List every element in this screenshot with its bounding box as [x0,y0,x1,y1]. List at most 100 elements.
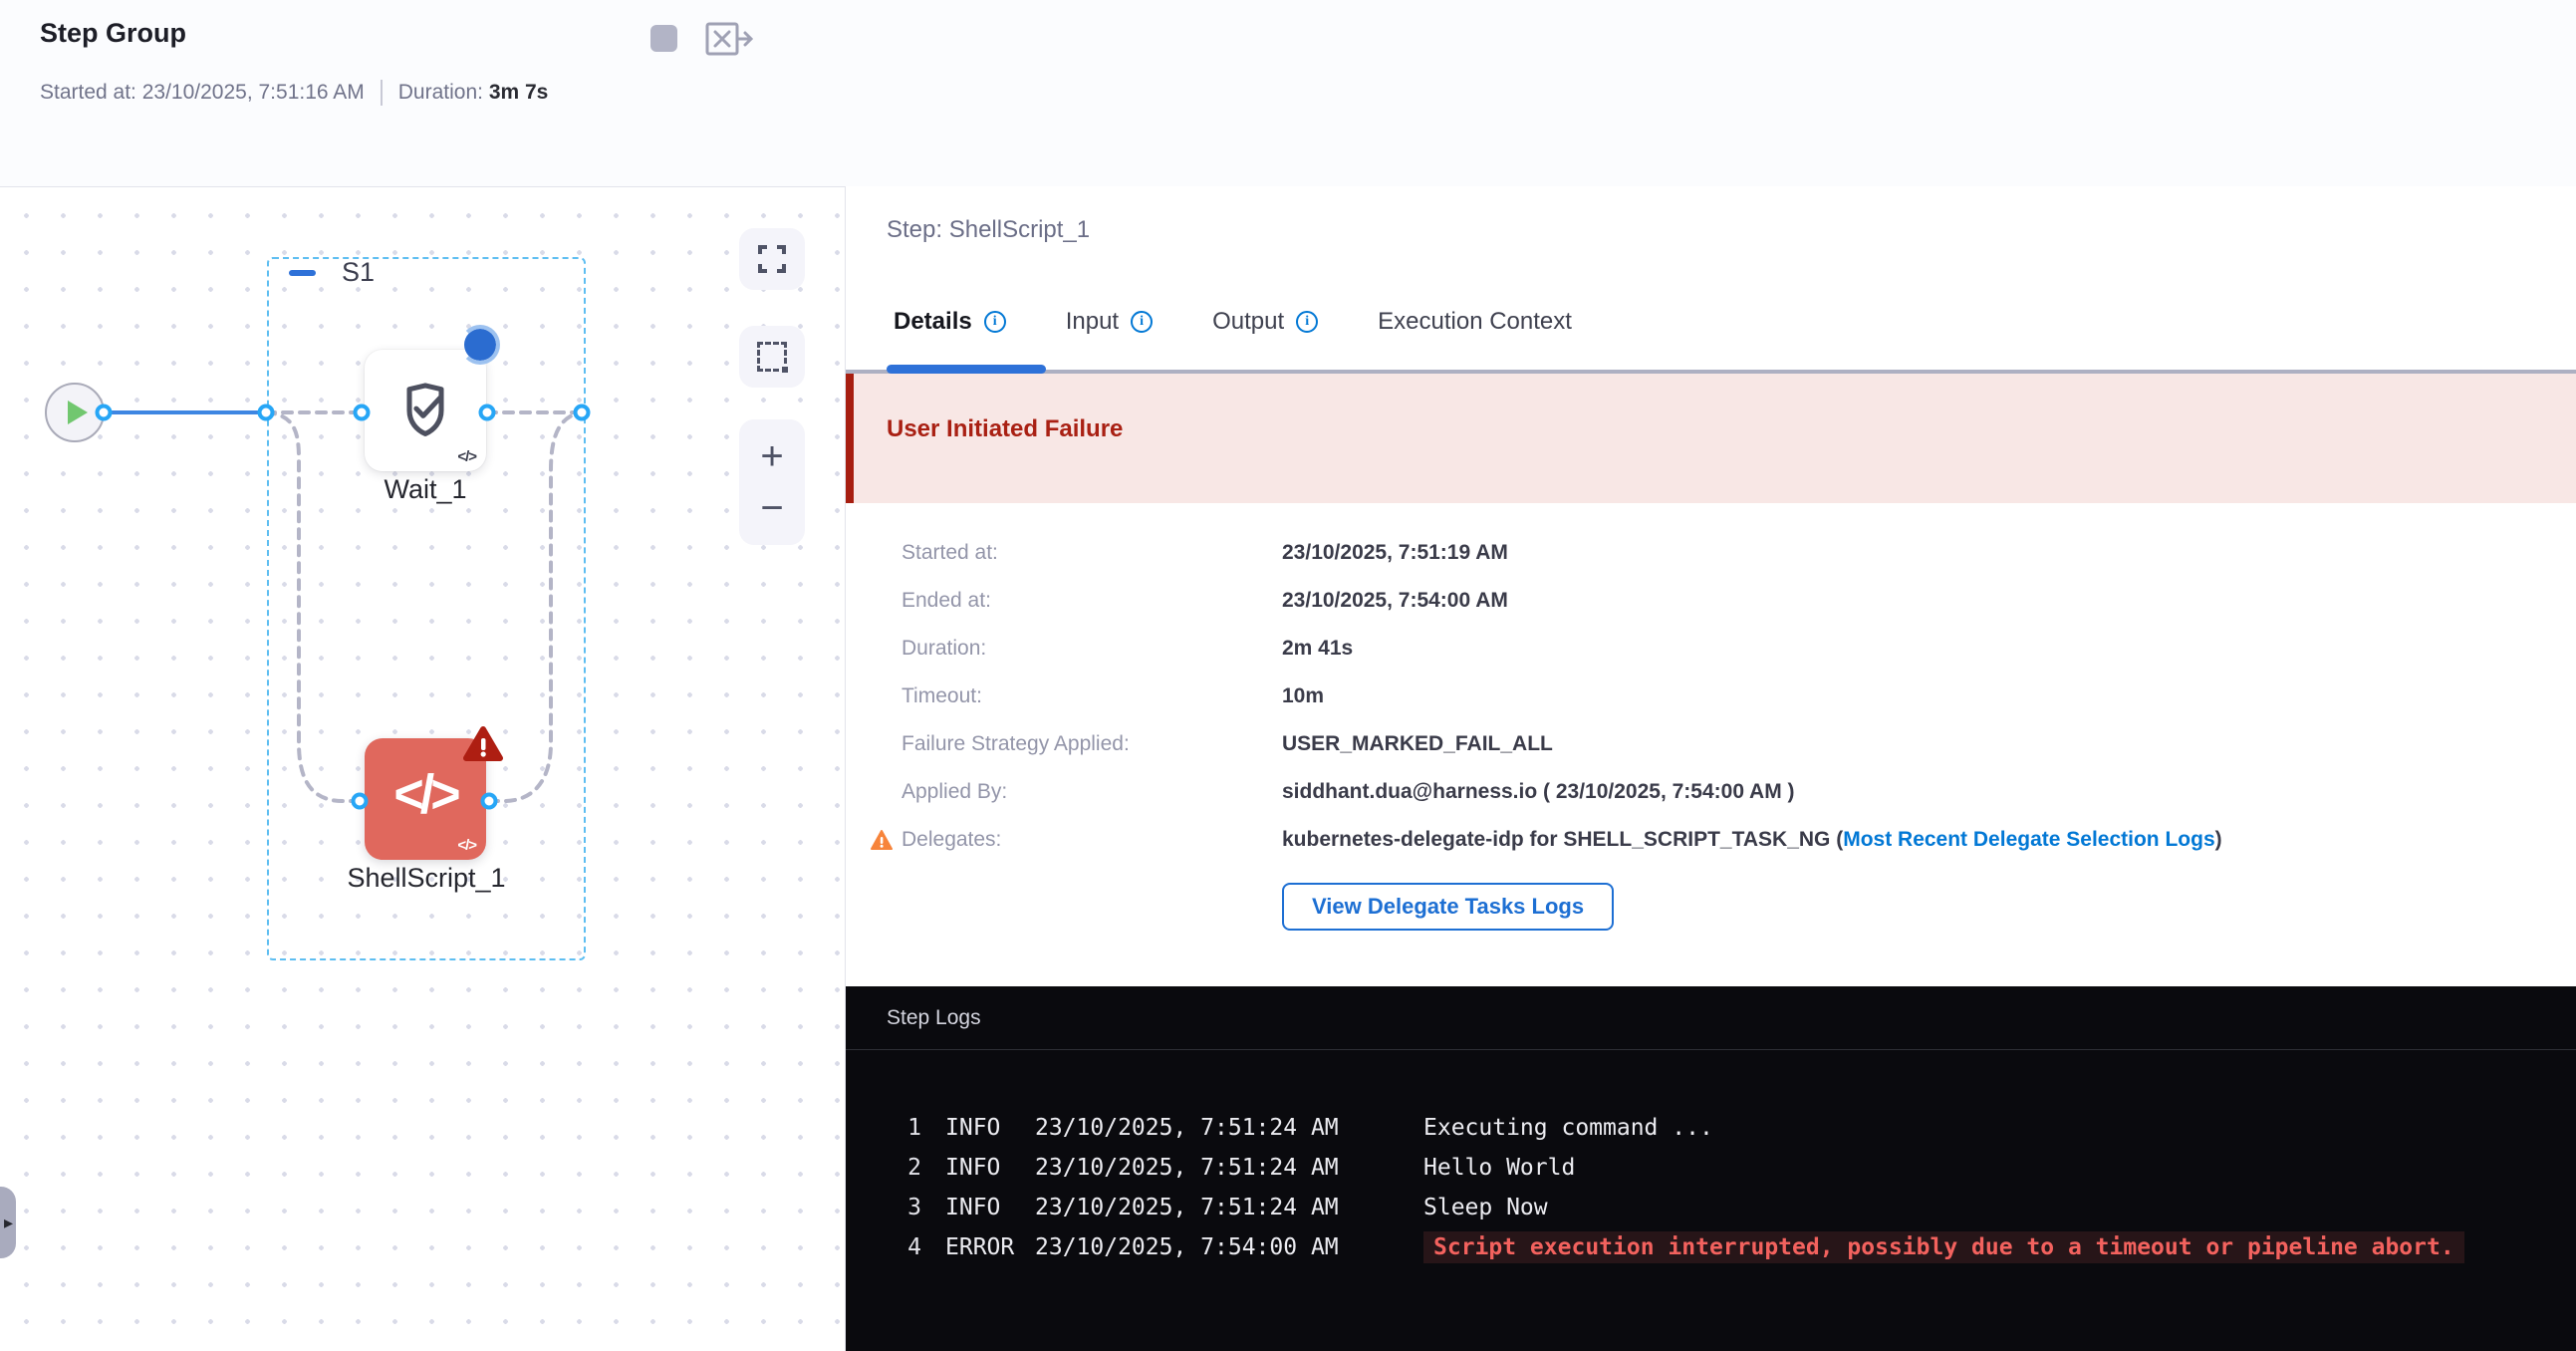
tab-details-label: Details [894,308,972,336]
delegate-selection-logs-link[interactable]: Most Recent Delegate Selection Logs [1843,828,2214,851]
delegate-value-suffix: ) [2215,828,2222,851]
meta-divider [381,80,383,106]
detail-value: 10m [1282,684,1324,708]
tab-input[interactable]: Input i [1066,308,1153,336]
tab-execution-context[interactable]: Execution Context [1378,308,1572,336]
duration-label: Duration: [398,81,483,104]
port-start-out[interactable] [96,405,113,421]
zoom-out-button[interactable]: − [760,482,783,534]
shell-script-icon: </> [393,763,456,834]
details-tabs: Details i Input i Output i Execution Con… [894,308,1572,336]
view-delegate-tasks-logs-button[interactable]: View Delegate Tasks Logs [1282,883,1614,931]
pipeline-graph-canvas[interactable]: S1 </> Wait_1 </> </> ShellScript_1 [0,186,846,1351]
log-timestamp: 23/10/2025, 7:51:24 AM [1035,1155,1400,1181]
abort-step-icon[interactable] [705,22,753,56]
detail-value: 23/10/2025, 7:51:19 AM [1282,541,1508,565]
log-line: 3 INFO 23/10/2025, 7:51:24 AM Sleep Now [846,1188,2576,1227]
detail-row: Ended at: 23/10/2025, 7:54:00 AM [846,577,2576,625]
port-wait-in[interactable] [354,405,371,421]
shell-node-label: ShellScript_1 [297,863,556,894]
collapse-stage-icon[interactable] [289,270,316,276]
detail-label: Ended at: [846,589,1282,613]
stop-icon[interactable] [650,25,677,52]
marquee-select-icon [757,342,787,372]
log-message: Executing command ... [1423,1115,1713,1141]
detail-row-delegates: Delegates: kubernetes-delegate-idp for S… [846,816,2576,864]
log-line: 2 INFO 23/10/2025, 7:51:24 AM Hello Worl… [846,1148,2576,1188]
log-line-number: 4 [846,1234,921,1260]
detail-value: siddhant.dua@harness.io ( 23/10/2025, 7:… [1282,780,1795,804]
detail-row: Duration: 2m 41s [846,625,2576,673]
detail-label: Delegates: [846,828,1282,852]
fullscreen-icon [757,244,787,274]
failure-banner: User Initiated Failure [846,374,2576,503]
step-node-wait-1[interactable]: </> [365,350,486,471]
port-stage-out[interactable] [574,405,591,421]
info-icon[interactable]: i [984,311,1006,333]
log-level: INFO [945,1115,1035,1141]
log-level: ERROR [945,1234,1035,1260]
detail-row: Timeout: 10m [846,673,2576,720]
fit-to-screen-button[interactable] [739,228,805,290]
warning-icon [870,829,894,851]
info-icon[interactable]: i [1296,311,1318,333]
tab-output-label: Output [1212,308,1284,336]
wait-shield-check-icon [393,379,457,442]
log-line: 1 INFO 23/10/2025, 7:51:24 AM Executing … [846,1108,2576,1148]
log-timestamp: 23/10/2025, 7:51:24 AM [1035,1115,1400,1141]
left-panel-toggle[interactable]: ▸ [0,1187,16,1258]
running-spinner-icon [460,325,500,365]
tab-input-label: Input [1066,308,1119,336]
play-icon [68,401,88,424]
info-icon[interactable]: i [1131,311,1153,333]
log-line-number: 1 [846,1115,921,1141]
port-stage-in[interactable] [258,405,275,421]
step-logs-title: Step Logs [846,986,2576,1050]
failure-banner-text: User Initiated Failure [887,415,1123,443]
port-shell-in[interactable] [352,793,369,810]
log-message: Script execution interrupted, possibly d… [1423,1231,2464,1263]
step-details-list: Started at: 23/10/2025, 7:51:19 AM Ended… [846,529,2576,864]
zoom-controls: + − [739,419,805,545]
wait-code-badge: </> [457,448,476,465]
zoom-in-button[interactable]: + [760,430,783,482]
log-line-error: 4 ERROR 23/10/2025, 7:54:00 AM Script ex… [846,1227,2576,1267]
detail-label: Failure Strategy Applied: [846,732,1282,756]
port-shell-out[interactable] [481,793,498,810]
detail-value: USER_MARKED_FAIL_ALL [1282,732,1553,756]
tab-details[interactable]: Details i [894,308,1006,336]
detail-row: Failure Strategy Applied: USER_MARKED_FA… [846,720,2576,768]
chevron-right-icon: ▸ [4,1213,13,1233]
log-message: Hello World [1423,1155,1575,1181]
log-level: INFO [945,1195,1035,1220]
wait-node-label: Wait_1 [296,474,555,505]
step-group-execution-view: Step Group Started at: 23/10/2025, 7:51:… [0,0,2576,1351]
port-wait-out[interactable] [479,405,496,421]
log-timestamp: 23/10/2025, 7:54:00 AM [1035,1234,1400,1260]
log-line-number: 3 [846,1195,921,1220]
duration-text: Duration: 3m 7s [398,81,549,105]
stage-s1-header: S1 [289,257,375,288]
marquee-select-button[interactable] [739,326,805,388]
marquee-handle-dot [780,365,790,375]
tab-output[interactable]: Output i [1212,308,1318,336]
log-level: INFO [945,1155,1035,1181]
step-details-panel: Step: ShellScript_1 Details i Input i Ou… [846,186,2576,1351]
execution-meta: Started at: 23/10/2025, 7:51:16 AM Durat… [40,80,548,106]
detail-label: Started at: [846,541,1282,565]
step-logs-panel: Step Logs 1 INFO 23/10/2025, 7:51:24 AM … [846,986,2576,1351]
step-group-header: Step Group Started at: 23/10/2025, 7:51:… [0,0,2576,186]
active-tab-indicator [887,365,1046,374]
detail-label: Applied By: [846,780,1282,804]
detail-row: Applied By: siddhant.dua@harness.io ( 23… [846,768,2576,816]
step-details-title: Step: ShellScript_1 [887,216,1090,244]
shell-code-badge: </> [457,837,476,854]
detail-value: 23/10/2025, 7:54:00 AM [1282,589,1508,613]
log-message: Sleep Now [1423,1195,1548,1220]
log-line-number: 2 [846,1155,921,1181]
log-lines[interactable]: 1 INFO 23/10/2025, 7:51:24 AM Executing … [846,1108,2576,1267]
started-at-text: Started at: 23/10/2025, 7:51:16 AM [40,81,365,105]
detail-label: Timeout: [846,684,1282,708]
step-error-badge-icon [462,725,504,763]
detail-row: Started at: 23/10/2025, 7:51:19 AM [846,529,2576,577]
